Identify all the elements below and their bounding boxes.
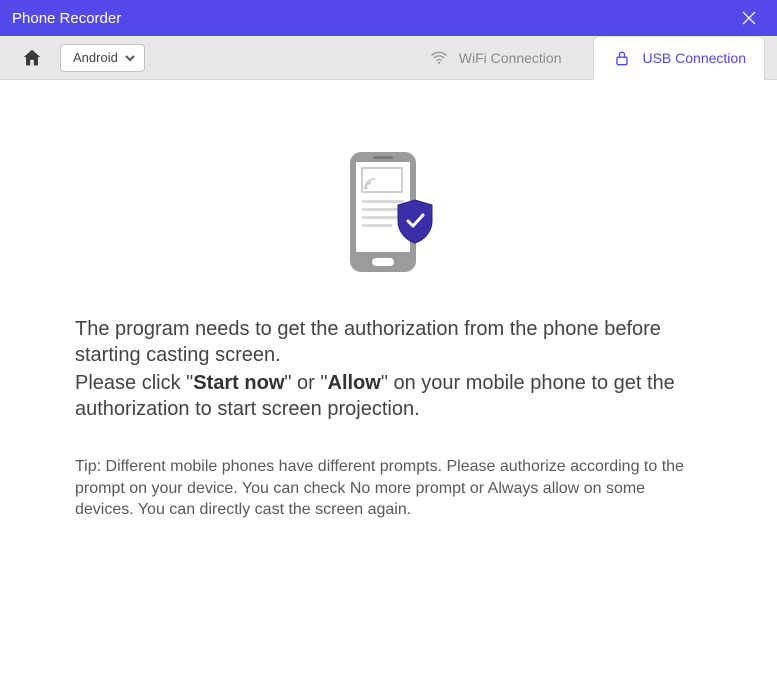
close-button[interactable] — [735, 4, 763, 32]
auth-message-line2: Please click "Start now" or "Allow" on y… — [75, 370, 702, 422]
main-content: The program needs to get the authorizati… — [0, 80, 777, 521]
auth-message-allow: Allow — [328, 372, 381, 394]
platform-dropdown[interactable]: Android — [60, 44, 145, 72]
home-icon — [21, 47, 43, 69]
lock-icon — [612, 48, 632, 68]
wifi-icon — [429, 48, 449, 68]
tab-usb-connection[interactable]: USB Connection — [593, 36, 765, 80]
chevron-down-icon — [124, 52, 136, 64]
auth-message-start-now: Start now — [193, 372, 284, 394]
auth-message-line1: The program needs to get the authorizati… — [75, 316, 702, 368]
auth-message-line2-part-a: Please click " — [75, 372, 193, 394]
tab-wifi-label: WiFi Connection — [459, 50, 562, 66]
phone-shield-illustration — [75, 150, 702, 276]
auth-message-line2-part-b: " or " — [284, 372, 327, 394]
tab-usb-label: USB Connection — [642, 50, 746, 66]
close-icon — [741, 10, 757, 26]
toolbar: Android WiFi Connection USB Connection — [0, 36, 777, 80]
tab-wifi-connection[interactable]: WiFi Connection — [411, 36, 580, 80]
phone-shield-icon — [344, 150, 434, 276]
home-button[interactable] — [18, 44, 46, 72]
app-title: Phone Recorder — [12, 10, 121, 27]
platform-selected-label: Android — [73, 50, 118, 65]
tip-text: Tip: Different mobile phones have differ… — [75, 456, 702, 521]
titlebar: Phone Recorder — [0, 0, 777, 36]
